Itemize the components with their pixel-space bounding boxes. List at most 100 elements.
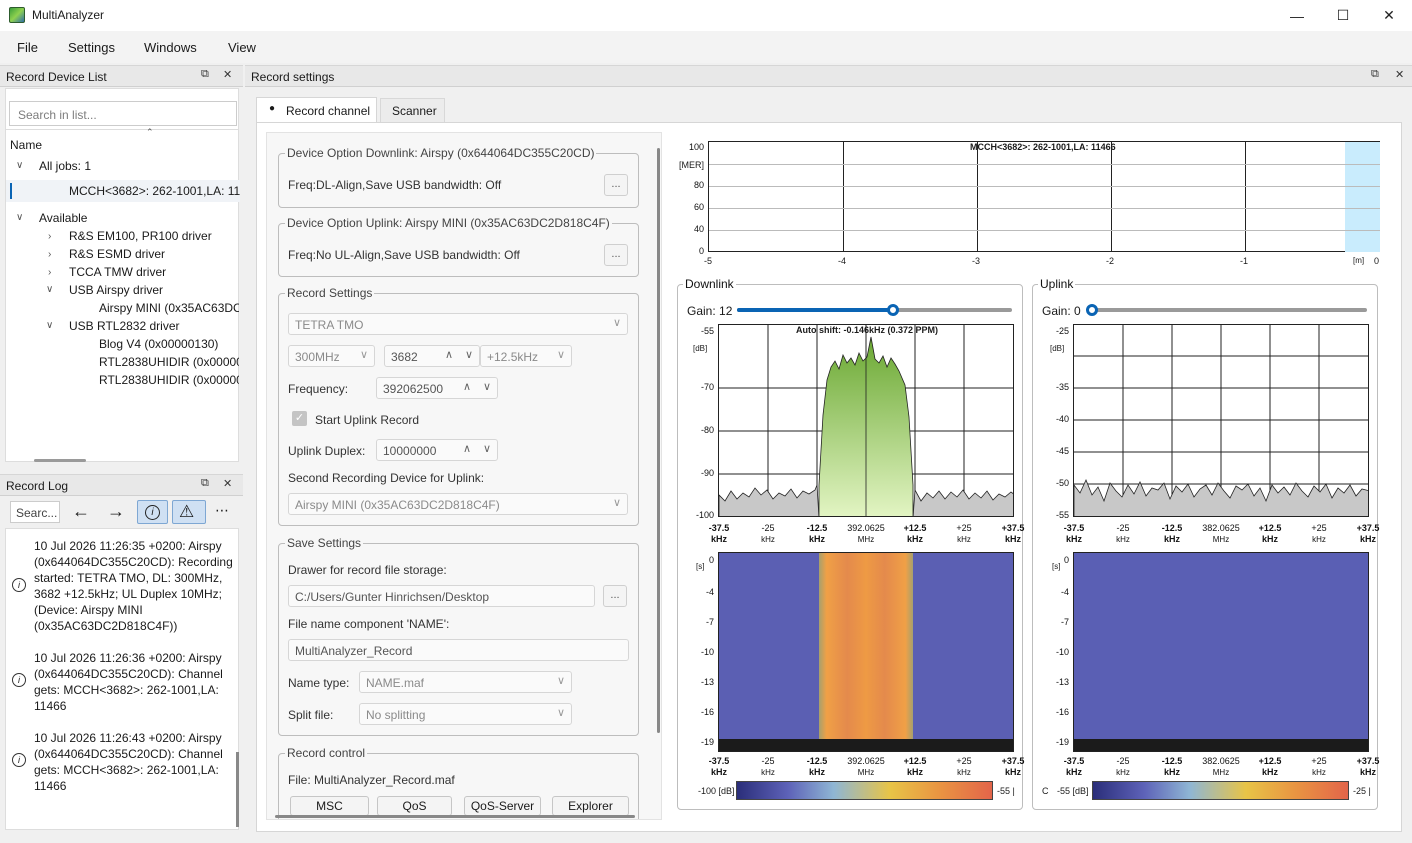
slider-thumb[interactable] [887, 304, 899, 316]
slider-thumb[interactable] [1086, 304, 1098, 316]
info-icon: i [145, 505, 160, 520]
arrow-left-icon[interactable]: ← [66, 501, 96, 523]
tree-item-available[interactable]: Available [39, 211, 87, 225]
name-component-input[interactable]: MultiAnalyzer_Record [288, 639, 629, 661]
qos-server-button[interactable]: QoS-Server [464, 796, 541, 816]
split-select[interactable]: No splitting ∨ [359, 703, 572, 725]
chevron-down-icon[interactable]: ∨ [46, 320, 53, 331]
standard-select[interactable]: TETRA TMO ∨ [288, 313, 628, 335]
tab-record-channel[interactable]: ● Record channel [256, 97, 377, 124]
float-icon[interactable]: ⧉ [1371, 68, 1379, 81]
driver-tcca-tmw[interactable]: TCCA TMW driver [69, 265, 166, 279]
chevron-right-icon[interactable]: › [48, 267, 51, 278]
mer-y-unit: [MER] [679, 160, 705, 170]
more-options-icon[interactable]: ⋯ [215, 502, 229, 519]
settings-h-scrollbar[interactable] [275, 815, 635, 818]
close-icon[interactable]: ✕ [1395, 68, 1404, 81]
log-search-placeholder: Searc... [16, 506, 58, 520]
y-tick: -25 [1055, 326, 1069, 336]
chevron-right-icon[interactable]: › [48, 249, 51, 260]
arrow-right-icon[interactable]: → [101, 501, 131, 523]
settings-v-scrollbar[interactable] [657, 148, 660, 733]
duplex-label: Uplink Duplex: [288, 444, 366, 458]
driver-usb-airspy[interactable]: USB Airspy driver [69, 283, 163, 297]
tree-item-all-jobs[interactable]: All jobs: 1 [39, 159, 91, 173]
tab-scanner[interactable]: Scanner [380, 98, 445, 123]
column-header-name[interactable]: Name [10, 138, 42, 152]
x-tick: +25 kHz [956, 523, 972, 544]
chevron-down-icon[interactable]: ∨ [46, 284, 53, 295]
menu-settings[interactable]: Settings [68, 40, 115, 55]
channel-stepper[interactable]: 3682 ∧ ∨ [384, 345, 480, 367]
x-tick: -37.5 kHz [708, 523, 730, 544]
warning-filter-toggle[interactable]: ⚠ [172, 500, 206, 524]
log-entry[interactable]: 10 Jul 2026 11:26:43 +0200: Airspy (0x64… [34, 730, 234, 794]
uplink-gain-slider[interactable] [1086, 304, 1367, 316]
chevron-right-icon[interactable]: › [48, 231, 51, 242]
frequency-stepper[interactable]: 392062500 ∧ ∨ [376, 377, 498, 399]
driver-rs-em100[interactable]: R&S EM100, PR100 driver [69, 229, 212, 243]
uplink-option-button[interactable]: ... [604, 244, 628, 266]
horizontal-scrollbar[interactable] [34, 459, 86, 462]
second-device-select[interactable]: Airspy MINI (0x35AC63DC2D818C4F) ∨ [288, 493, 628, 515]
msc-button[interactable]: MSC [290, 796, 369, 816]
second-device-label: Second Recording Device for Uplink: [288, 471, 485, 485]
job-item-mcch[interactable]: MCCH<3682>: 262-1001,LA: 11466 [69, 184, 240, 198]
log-entry[interactable]: 10 Jul 2026 11:26:35 +0200: Airspy (0x64… [34, 538, 234, 634]
tab-label: Scanner [392, 104, 437, 118]
x-tick: +25 kHz [956, 756, 972, 777]
record-log-title: Record Log [6, 479, 69, 493]
driver-rs-esmd[interactable]: R&S ESMD driver [69, 247, 165, 261]
log-entry[interactable]: 10 Jul 2026 11:26:36 +0200: Airspy (0x64… [34, 650, 234, 714]
vertical-scrollbar[interactable] [236, 752, 239, 827]
chevron-down-icon[interactable]: ∨ [16, 212, 23, 223]
offset-select[interactable]: +12.5kHz ∨ [480, 345, 572, 367]
y-tick: -40 [1055, 414, 1069, 424]
menu-windows[interactable]: Windows [144, 40, 197, 55]
downlink-gain-slider[interactable] [737, 304, 1012, 316]
menu-view[interactable]: View [228, 40, 256, 55]
name-type-select[interactable]: NAME.maf ∨ [359, 671, 572, 693]
device-rtl2838-11[interactable]: RTL2838UHIDIR (0x00000011) [99, 355, 239, 369]
downlink-waterfall [718, 552, 1014, 752]
band-select[interactable]: 300MHz ∨ [288, 345, 375, 367]
info-filter-toggle[interactable]: i [137, 500, 168, 524]
chevron-down-icon[interactable]: ∨ [16, 160, 23, 171]
device-rtl2838-12[interactable]: RTL2838UHIDIR (0x00000012) [99, 373, 239, 387]
float-icon[interactable]: ⧉ [201, 68, 209, 81]
device-blog-v4[interactable]: Blog V4 (0x00000130) [99, 337, 218, 351]
close-icon[interactable]: ✕ [223, 68, 232, 81]
x-tick: +25 kHz [1311, 756, 1327, 777]
minimize-button[interactable]: — [1274, 0, 1320, 31]
wf-tick: -7 [1060, 617, 1069, 627]
x-tick: -3 [972, 256, 981, 266]
float-icon[interactable]: ⧉ [201, 477, 209, 490]
y-tick: -55 [700, 326, 714, 336]
device-option-downlink-group: Device Option Downlink: Airspy (0x644064… [278, 146, 639, 208]
x-tick: -1 [1240, 256, 1249, 266]
explorer-button[interactable]: Explorer [552, 796, 629, 816]
device-list-title: Record Device List [6, 70, 107, 84]
y-tick: -35 [1055, 382, 1069, 392]
downlink-option-button[interactable]: ... [604, 174, 628, 196]
maximize-button[interactable]: ☐ [1320, 0, 1366, 31]
x-tick: -12.5 kHz [806, 756, 828, 777]
qos-button[interactable]: QoS [377, 796, 452, 816]
sort-chevron-icon[interactable]: ⌃ [146, 127, 154, 138]
device-search-input[interactable]: Search in list... [9, 101, 237, 126]
selected-job-row[interactable]: MCCH<3682>: 262-1001,LA: 11466 [6, 180, 240, 202]
close-button[interactable]: ✕ [1366, 0, 1412, 31]
wf-tick: -4 [705, 587, 714, 597]
menu-file[interactable]: File [17, 40, 38, 55]
start-uplink-checkbox[interactable]: ✓ [292, 411, 307, 426]
driver-usb-rtl2832[interactable]: USB RTL2832 driver [69, 319, 180, 333]
close-icon[interactable]: ✕ [223, 477, 232, 490]
drawer-input[interactable]: C:/Users/Gunter Hinrichsen/Desktop [288, 585, 595, 607]
browse-drawer-button[interactable]: ... [603, 585, 627, 607]
downlink-spectrum [718, 324, 1014, 517]
duplex-stepper[interactable]: 10000000 ∧ ∨ [376, 439, 498, 461]
device-airspy-mini[interactable]: Airspy MINI (0x35AC63DC2D818C4F) [99, 301, 239, 315]
log-search-input[interactable]: Searc... [10, 501, 60, 523]
group-title: Device Option Downlink: Airspy (0x644064… [285, 146, 597, 160]
downlink-option-value: Freq:DL-Align,Save USB bandwidth: Off [288, 178, 502, 192]
